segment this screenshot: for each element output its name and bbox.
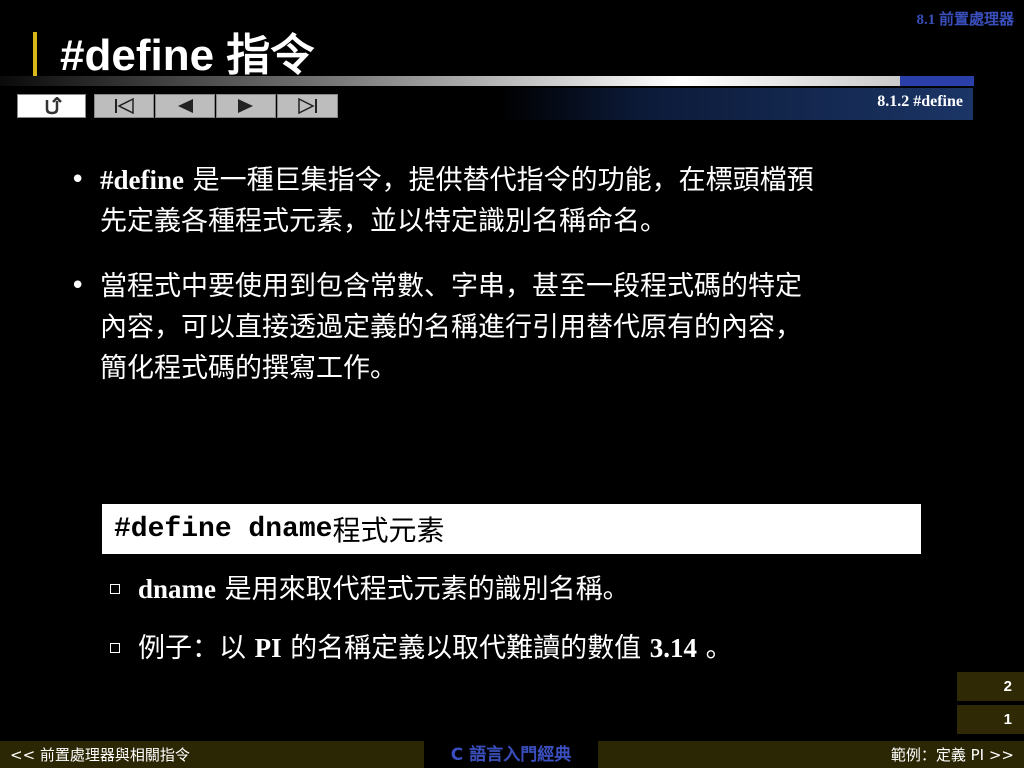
section-tag: 8.1 前置處理器 <box>916 12 1014 28</box>
page-number-lower: 1 <box>957 705 1024 734</box>
footer-next-link[interactable]: 範例：定義 PI >> <box>598 741 1024 768</box>
sub-text: 例子：以 <box>138 633 255 664</box>
title-accent-bar <box>33 32 37 80</box>
subsection-label: 8.1.2 #define <box>877 93 963 110</box>
previous-slide-icon <box>178 99 193 113</box>
subsection-bar: 8.1.2 #define <box>500 88 973 120</box>
bullet-text: 是一種巨集指令，提供替代指令的功能，在標頭檔預先定義各種程式元素，並以特定識別名… <box>100 165 814 237</box>
sub-value: 3.14 <box>649 633 698 663</box>
title-rule <box>0 76 974 86</box>
code-tail: 程式元素 <box>332 514 445 547</box>
return-arrow-icon <box>45 97 62 115</box>
footer-book-title: C 語言入門經典 <box>424 737 598 768</box>
sub-keyword: dname <box>138 574 217 604</box>
next-slide-icon <box>238 99 253 113</box>
first-slide-icon <box>115 98 134 114</box>
sub-item-list: dname 是用來取代程式元素的識別名稱。 例子：以 PI 的名稱定義以取代難讀… <box>108 568 908 686</box>
bullet-item: 當程式中要使用到包含常數、字串，甚至一段程式碼的特定內容，可以直接透過定義的名稱… <box>68 266 828 389</box>
first-slide-button[interactable] <box>94 94 154 118</box>
previous-slide-button[interactable] <box>155 94 215 118</box>
sub-text: 的名稱定義以取代難讀的數值 <box>281 633 650 664</box>
bullet-keyword: #define <box>100 165 184 195</box>
bullet-list: #define 是一種巨集指令，提供替代指令的功能，在標頭檔預先定義各種程式元素… <box>68 160 828 413</box>
home-button[interactable] <box>17 94 86 118</box>
sub-text: 。 <box>697 633 733 664</box>
bullet-item: #define 是一種巨集指令，提供替代指令的功能，在標頭檔預先定義各種程式元素… <box>68 160 828 242</box>
footer-prev-link[interactable]: << 前置處理器與相關指令 <box>0 741 424 768</box>
sub-text: 是用來取代程式元素的識別名稱。 <box>216 574 630 605</box>
last-slide-icon <box>297 98 317 114</box>
title-rule-accent <box>900 76 974 86</box>
bullet-text: 當程式中要使用到包含常數、字串，甚至一段程式碼的特定內容，可以直接透過定義的名稱… <box>100 271 802 384</box>
last-slide-button[interactable] <box>277 94 338 118</box>
code-syntax-box: #define dname 程式元素 <box>102 504 921 554</box>
sub-item: 例子：以 PI 的名稱定義以取代難讀的數值 3.14 。 <box>108 627 908 670</box>
page-number-upper: 2 <box>957 672 1024 701</box>
sub-keyword: PI <box>254 633 282 663</box>
sub-item: dname 是用來取代程式元素的識別名稱。 <box>108 568 908 611</box>
next-slide-button[interactable] <box>216 94 276 118</box>
code-directive: #define dname <box>114 513 333 545</box>
